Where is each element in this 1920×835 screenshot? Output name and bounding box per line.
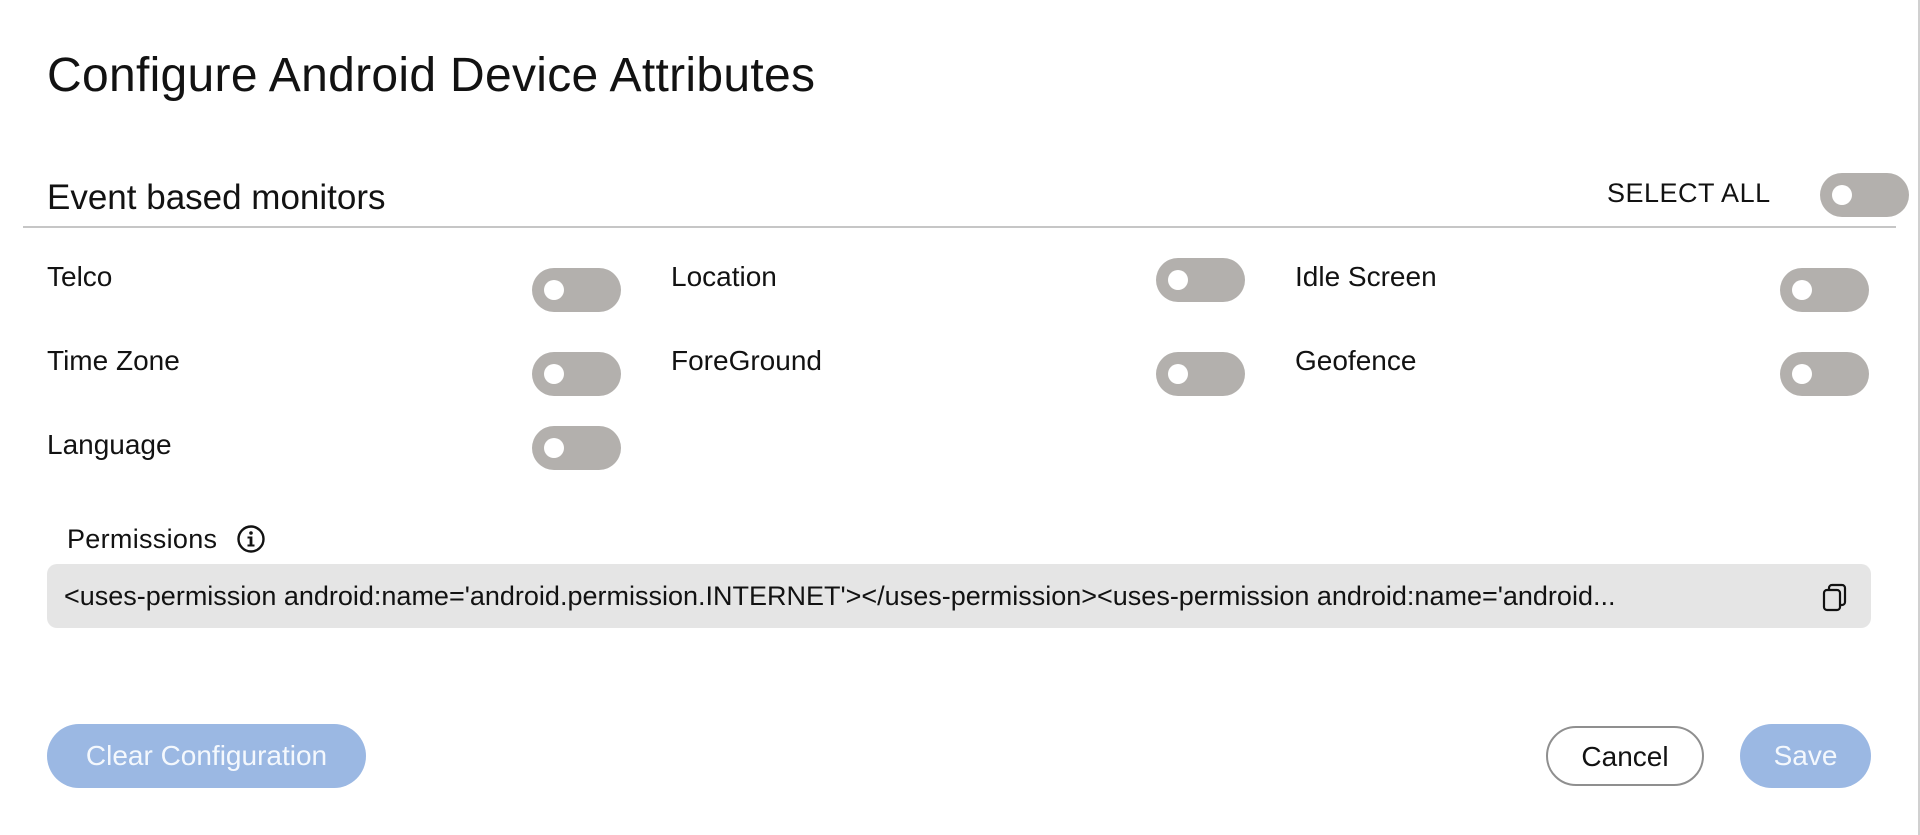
toggle-knob bbox=[544, 280, 564, 300]
time-zone-toggle[interactable] bbox=[532, 352, 621, 396]
location-label: Location bbox=[671, 261, 777, 292]
toggle-knob bbox=[544, 364, 564, 384]
language-toggle[interactable] bbox=[532, 426, 621, 470]
event-monitors-header: Event based monitors SELECT ALL bbox=[23, 166, 1909, 228]
save-button[interactable]: Save bbox=[1740, 724, 1871, 788]
copy-icon[interactable] bbox=[1819, 581, 1851, 613]
foreground-toggle[interactable] bbox=[1156, 352, 1245, 396]
geofence-toggle[interactable] bbox=[1780, 352, 1869, 396]
dialog-title: Configure Android Device Attributes bbox=[47, 49, 816, 102]
permissions-field[interactable]: <uses-permission android:name='android.p… bbox=[47, 564, 1871, 628]
idle-screen-toggle[interactable] bbox=[1780, 268, 1869, 312]
info-icon[interactable] bbox=[236, 524, 266, 554]
select-all-label: SELECT ALL bbox=[1607, 178, 1771, 208]
toggle-knob bbox=[1168, 270, 1188, 290]
toggle-knob bbox=[544, 438, 564, 458]
toggle-knob bbox=[1168, 364, 1188, 384]
configure-attributes-dialog: Configure Android Device Attributes Even… bbox=[0, 0, 1920, 835]
toggle-knob bbox=[1792, 364, 1812, 384]
idle-screen-label: Idle Screen bbox=[1295, 261, 1437, 292]
geofence-label: Geofence bbox=[1295, 345, 1417, 376]
location-toggle[interactable] bbox=[1156, 258, 1245, 302]
clear-configuration-button[interactable]: Clear Configuration bbox=[47, 724, 366, 788]
foreground-label: ForeGround bbox=[671, 345, 822, 376]
section-title: Event based monitors bbox=[47, 178, 386, 217]
toggle-knob bbox=[1792, 280, 1812, 300]
telco-label: Telco bbox=[47, 261, 113, 292]
telco-toggle[interactable] bbox=[532, 268, 621, 312]
select-all-toggle[interactable] bbox=[1820, 173, 1909, 217]
time-zone-label: Time Zone bbox=[47, 345, 180, 376]
language-label: Language bbox=[47, 429, 172, 460]
cancel-button[interactable]: Cancel bbox=[1546, 726, 1704, 786]
permissions-value: <uses-permission android:name='android.p… bbox=[64, 581, 1616, 611]
permissions-label: Permissions bbox=[67, 524, 218, 554]
toggle-knob bbox=[1832, 185, 1852, 205]
